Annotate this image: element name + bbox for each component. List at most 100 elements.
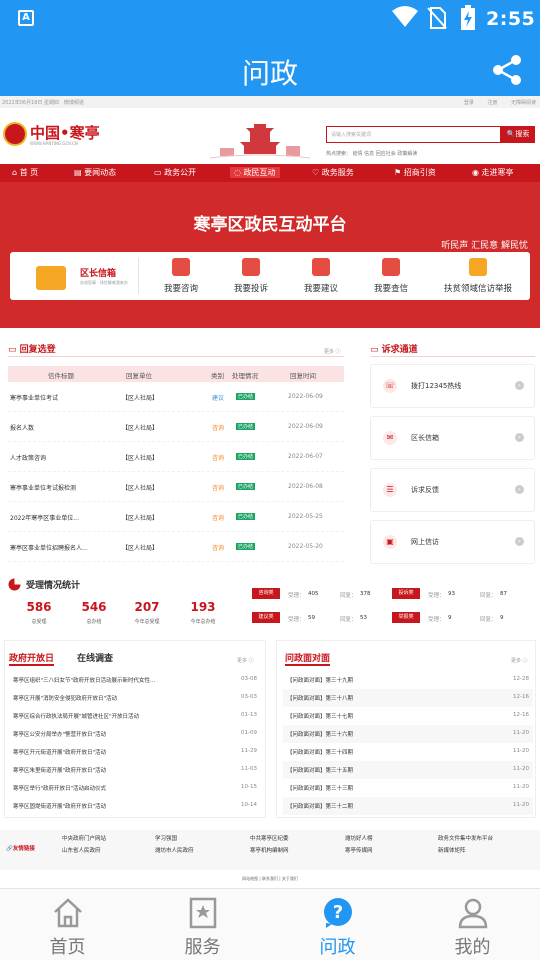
reply-date: 2022-05-25 — [288, 513, 323, 520]
hot-search: 热点搜索： 疫情 信息 回应社会 政策解读 — [326, 151, 418, 157]
item-date: 11-20 — [513, 766, 529, 772]
report-icon — [469, 258, 487, 276]
face-more-link[interactable]: 更多 ⓘ — [511, 657, 528, 664]
item-date: 11-20 — [513, 784, 529, 790]
webview[interactable]: 2022年06月16日 星期四 微博频道 登录 注册 无障碍阅读 中国•寒亭 W… — [0, 96, 540, 888]
friendly-link[interactable]: 学习强国 — [155, 834, 177, 842]
list-item[interactable]: 寒亭区综合行政执法局开展"城管进社区"开放日活动 01-13 — [9, 707, 261, 725]
open-day-more-link[interactable]: 更多 ⓘ — [237, 657, 254, 664]
poverty-report-button[interactable]: 扶贫领域信访举报 — [434, 258, 522, 294]
bottom-nav: 首页 服务 ? 问政 我的 — [0, 888, 540, 960]
site-logo[interactable]: 中国•寒亭 — [30, 122, 100, 143]
reply-row[interactable]: 寒亭区事业单位招聘报名人... 【区人社局】 咨询 已办结 2022-05-20 — [8, 532, 344, 562]
friendly-link[interactable]: 潍坊市人民政府 — [155, 846, 194, 854]
share-icon[interactable] — [492, 54, 522, 86]
channel-item[interactable]: ✉ 区长信箱 › — [370, 416, 535, 460]
suggest-button[interactable]: 我要建议 — [286, 258, 356, 294]
list-item[interactable]: 寒亭区公安分局举办"警营开放日"活动 01-09 — [9, 725, 261, 743]
list-item[interactable]: 【问政面对面】第三十六期 11-20 — [283, 725, 533, 743]
list-item[interactable]: 【问政面对面】第三十九期 12-28 — [283, 671, 533, 689]
item-date: 12-16 — [513, 694, 529, 700]
item-title: 【问政面对面】第三十三期 — [287, 786, 354, 792]
site-footer[interactable]: 网站地图 | 联系我们 | 关于我们 — [0, 870, 540, 888]
top-strip: 2022年06月16日 星期四 微博频道 登录 注册 无障碍阅读 — [0, 96, 540, 108]
reply-row[interactable]: 人才政策咨询 【区人社局】 咨询 已办结 2022-06-07 — [8, 442, 344, 472]
letter-type: 咨询 — [212, 545, 225, 552]
reply-row[interactable]: 2022年寒亭区事业单位... 【区人社局】 咨询 已办结 2022-05-25 — [8, 502, 344, 532]
list-item[interactable]: 【问政面对面】第三十四期 11-20 — [283, 743, 533, 761]
list-item[interactable]: 寒亭区组织"三八妇女节"政府开放日活动展示新时代女性... 03-08 — [9, 671, 261, 689]
date-text: 2022年06月16日 星期四 微博频道 — [2, 100, 84, 106]
check-letter-button[interactable]: 我要查信 — [356, 258, 426, 294]
friendly-link[interactable]: 寒亭传媒网 — [345, 846, 373, 854]
item-title: 寒亭区朱里街道开展"政府开放日"活动 — [13, 768, 107, 774]
reply-row[interactable]: 报名人数 【区人社局】 咨询 已办结 2022-06-09 — [8, 412, 344, 442]
suggest-icon — [312, 258, 330, 276]
nav-interaction[interactable]: ◌ 政民互动 — [230, 167, 280, 178]
friendly-link[interactable]: 潍坊好人榜 — [345, 834, 373, 842]
mayor-mailbox[interactable]: 区长信箱 — [80, 266, 116, 279]
accepted-label: 受理： — [288, 593, 305, 599]
item-title: 【问政面对面】第三十四期 — [287, 750, 354, 756]
list-item[interactable]: 寒亭区固堤街道开展"政府开放日"活动 10-14 — [9, 797, 261, 815]
channel-label: 拨打12345热线 — [411, 382, 462, 390]
list-item[interactable]: 寒亭区朱里街道开展"政府开放日"活动 11-03 — [9, 761, 261, 779]
letter-type: 咨询 — [212, 455, 225, 462]
consult-button[interactable]: 我要咨询 — [146, 258, 216, 294]
reply-date: 2022-05-20 — [288, 543, 323, 550]
mailbox-icon — [36, 266, 66, 290]
tab-service[interactable]: 服务 — [135, 889, 270, 961]
item-date: 01-09 — [241, 730, 257, 736]
letter-title: 寒亭事业单位考试 — [10, 395, 59, 402]
reply-row[interactable]: 寒亭事业单位考试报检测 【区人社局】 咨询 已办结 2022-06-08 — [8, 472, 344, 502]
item-date: 12-16 — [513, 712, 529, 718]
item-date: 11-29 — [241, 748, 257, 754]
phone-icon: ☏ — [383, 379, 397, 393]
list-item[interactable]: 【问政面对面】第三十二期 11-20 — [283, 797, 533, 815]
friendly-link[interactable]: 寒亭机构编制网 — [250, 846, 289, 854]
channel-item[interactable]: ☏ 拨打12345热线 › — [370, 364, 535, 408]
tab-survey[interactable]: 在线调查 — [77, 651, 113, 664]
list-item[interactable]: 【问政面对面】第三十三期 11-20 — [283, 779, 533, 797]
list-item[interactable]: 【问政面对面】第三十八期 12-16 — [283, 689, 533, 707]
tab-home[interactable]: 首页 — [0, 889, 135, 961]
friendly-link[interactable]: 中央政府门户网站 — [62, 834, 106, 842]
site-search-button[interactable]: 🔍搜索 — [501, 126, 535, 143]
top-links[interactable]: 登录 注册 无障碍阅读 — [464, 99, 536, 106]
site-search-input[interactable]: 请输入搜索关键词 — [326, 126, 501, 143]
nav-home[interactable]: ⌂ 首 页 — [12, 167, 38, 178]
channel-label: 区长信箱 — [411, 434, 439, 442]
tab-inquiry[interactable]: ? 问政 — [270, 889, 405, 961]
reply-row[interactable]: 寒亭事业单位考试 【区人社局】 建议 已办结 2022-06-09 — [8, 382, 344, 412]
channel-item[interactable]: ☰ 诉求反馈 › — [370, 468, 535, 512]
list-item[interactable]: 寒亭区举行"政府开放日"活动启动仪式 10-15 — [9, 779, 261, 797]
list-item[interactable]: 【问政面对面】第三十五期 11-20 — [283, 761, 533, 779]
nav-services[interactable]: ♡ 政务服务 — [312, 167, 354, 178]
friendly-link[interactable]: 中共寒亭区纪委 — [250, 834, 289, 842]
tab-profile[interactable]: 我的 — [405, 889, 540, 961]
letter-type: 咨询 — [212, 425, 225, 432]
complaint-icon — [242, 258, 260, 276]
reply-more-link[interactable]: 更多 ⓘ — [324, 348, 341, 355]
nav-news[interactable]: ▤ 要闻动态 — [74, 167, 116, 178]
item-date: 03-03 — [241, 694, 257, 700]
replied-value: 378 — [360, 591, 371, 597]
app-notification-icon: A — [18, 10, 34, 26]
complaint-button[interactable]: 我要投诉 — [216, 258, 286, 294]
clock: 2:55 — [486, 8, 536, 30]
friendly-link[interactable]: 政务文件集中发布平台 — [438, 834, 493, 842]
nav-gov-open[interactable]: ▭ 政务公开 — [154, 167, 196, 178]
arrow-right-icon: › — [515, 433, 524, 442]
list-item[interactable]: 寒亭区开元街道开展"政府开放日"活动 11-29 — [9, 743, 261, 761]
nav-about[interactable]: ◉ 走进寒亭 — [472, 167, 514, 178]
face-to-face-title[interactable]: 问政面对面 — [285, 651, 331, 666]
list-item[interactable]: 【问政面对面】第三十七期 12-16 — [283, 707, 533, 725]
nav-investment[interactable]: ⚑ 招商引资 — [394, 167, 436, 178]
item-title: 【问政面对面】第三十九期 — [287, 678, 354, 684]
channel-item[interactable]: ▣ 网上信访 › — [370, 520, 535, 564]
list-item[interactable]: 寒亭区开展"消防安全侵犯政府开放日"活动 03-03 — [9, 689, 261, 707]
tab-open-day[interactable]: 政府开放日 — [9, 651, 55, 666]
friendly-link[interactable]: 山东省人民政府 — [62, 846, 101, 854]
friendly-link[interactable]: 新媒体矩阵 — [438, 846, 466, 854]
stat-value: 207 — [134, 600, 160, 614]
